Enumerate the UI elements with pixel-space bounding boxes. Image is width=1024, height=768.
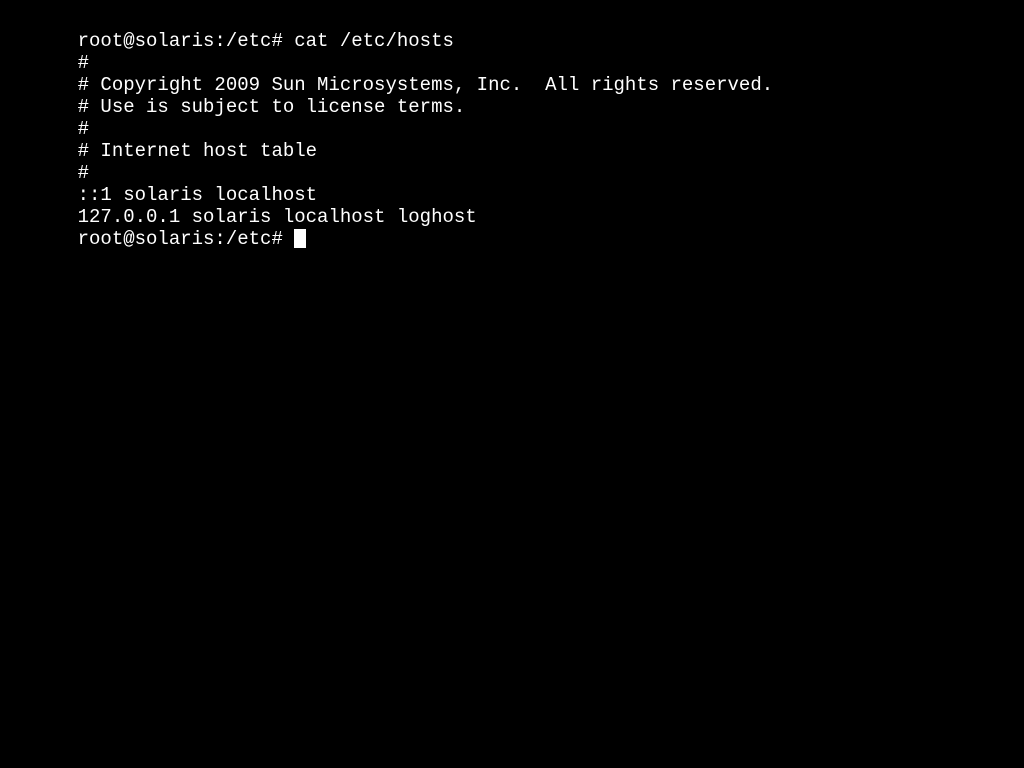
terminal-line-text: # Use is subject to license terms. xyxy=(77,96,466,118)
text-cursor xyxy=(294,229,307,248)
shell-prompt: root@solaris:/etc# xyxy=(77,228,295,250)
terminal-line: root@solaris:/etc# cat /etc/hosts xyxy=(32,8,1024,52)
terminal-line: # Internet host table xyxy=(32,118,1024,162)
terminal-line: # Copyright 2009 Sun Microsystems, Inc. … xyxy=(32,52,1024,96)
terminal-line-text: # xyxy=(77,52,90,74)
terminal-line-text: # Internet host table xyxy=(77,140,318,162)
terminal-line-text: ::1 solaris localhost xyxy=(77,184,318,206)
terminal-screen[interactable]: root@solaris:/etc# cat /etc/hosts # # Co… xyxy=(0,0,1024,768)
terminal-line-text: # Copyright 2009 Sun Microsystems, Inc. … xyxy=(77,74,774,96)
terminal-line-text: # xyxy=(77,162,90,184)
terminal-line-text: 127.0.0.1 solaris localhost loghost xyxy=(77,206,477,228)
terminal-line-text: # xyxy=(77,118,90,140)
terminal-line-text: root@solaris:/etc# cat /etc/hosts xyxy=(77,30,454,52)
terminal-line: ::1 solaris localhost xyxy=(32,162,1024,206)
